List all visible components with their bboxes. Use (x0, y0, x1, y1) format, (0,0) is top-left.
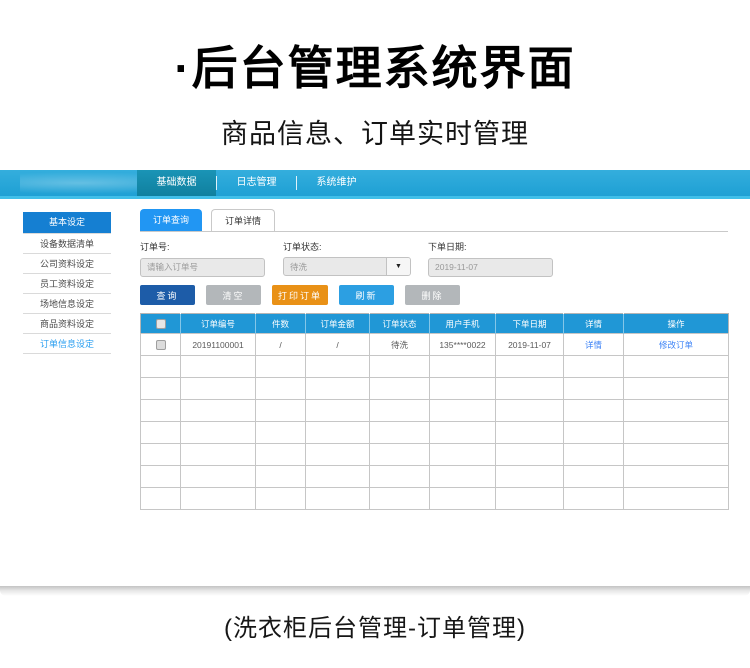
table-header-row: 订单编号 件数 订单金额 订单状态 用户手机 下单日期 详情 操作 (141, 314, 729, 334)
action-button-row: 查询 清空 打印订单 刷新 删除 (140, 285, 728, 305)
cell-status: 待洗 (370, 334, 430, 356)
order-date-field: 下单日期: (428, 240, 553, 277)
cell-order-no: 20191100001 (181, 334, 256, 356)
modify-order-link[interactable]: 修改订单 (659, 340, 693, 350)
nav-tab-system-maintenance[interactable]: 系统维护 (297, 170, 376, 196)
tab-order-detail[interactable]: 订单详情 (211, 209, 275, 231)
cell-detail: 详情 (564, 334, 624, 356)
nav-tab-log-management[interactable]: 日志管理 (217, 170, 296, 196)
order-status-value: 待洗 (284, 261, 386, 273)
nav-tab-basic-data[interactable]: 基础数据 (137, 170, 216, 196)
col-header-phone: 用户手机 (430, 314, 496, 334)
select-all-checkbox[interactable] (156, 319, 166, 329)
image-caption: (洗衣柜后台管理-订单管理) (0, 608, 750, 643)
cell-qty: / (256, 334, 306, 356)
header-checkbox-cell (141, 314, 181, 334)
col-header-date: 下单日期 (496, 314, 564, 334)
cell-amount: / (306, 334, 370, 356)
refresh-button[interactable]: 刷新 (339, 285, 394, 305)
nav-tab-label: 系统维护 (317, 177, 357, 188)
top-navbar: 基础数据 日志管理 系统维护 (0, 170, 750, 199)
order-no-input[interactable] (140, 258, 265, 277)
hero-header: ·后台管理系统界面 商品信息、订单实时管理 (0, 32, 750, 151)
content-tabbar: 订单查询 订单详情 (140, 208, 728, 232)
main-content: 订单查询 订单详情 订单号: 订单状态: 待洗 ▼ 下单日期: 查询 清空 (140, 208, 728, 510)
order-no-label: 订单号: (140, 240, 265, 253)
order-status-field: 订单状态: 待洗 ▼ (283, 240, 411, 276)
table-row: 20191100001 / / 待洗 135****0022 2019-11-0… (141, 334, 729, 356)
sidebar-item-venue-info[interactable]: 场地信息设定 (23, 294, 111, 314)
chevron-down-icon[interactable]: ▼ (386, 258, 410, 275)
col-header-action: 操作 (624, 314, 729, 334)
col-header-status: 订单状态 (370, 314, 430, 334)
detail-link[interactable]: 详情 (585, 340, 602, 350)
order-no-field: 订单号: (140, 240, 265, 277)
print-order-button[interactable]: 打印订单 (272, 285, 328, 305)
sidebar-item-product-info[interactable]: 商品资料设定 (23, 314, 111, 334)
cell-phone: 135****0022 (430, 334, 496, 356)
cell-action: 修改订单 (624, 334, 729, 356)
sidebar-item-employee-info[interactable]: 员工资料设定 (23, 274, 111, 294)
tab-order-query[interactable]: 订单查询 (140, 209, 202, 231)
page: ·后台管理系统界面 商品信息、订单实时管理 基础数据 日志管理 系统维护 基本设… (0, 0, 750, 668)
empty-table-row (141, 488, 729, 510)
orders-table: 订单编号 件数 订单金额 订单状态 用户手机 下单日期 详情 操作 201911… (140, 313, 729, 510)
clear-button[interactable]: 清空 (206, 285, 261, 305)
sidebar-item-device-data-list[interactable]: 设备数据清单 (23, 234, 111, 254)
page-subtitle: 商品信息、订单实时管理 (0, 112, 750, 151)
sidebar: 基本设定 设备数据清单 公司资料设定 员工资料设定 场地信息设定 商品资料设定 … (23, 212, 111, 354)
row-checkbox[interactable] (156, 340, 166, 350)
nav-tab-label: 基础数据 (157, 177, 197, 188)
order-date-label: 下单日期: (428, 240, 553, 253)
delete-button[interactable]: 删除 (405, 285, 460, 305)
sidebar-menu: 设备数据清单 公司资料设定 员工资料设定 场地信息设定 商品资料设定 订单信息设… (23, 233, 111, 354)
sidebar-item-company-info[interactable]: 公司资料设定 (23, 254, 111, 274)
sidebar-header-basic-settings[interactable]: 基本设定 (23, 212, 111, 233)
row-checkbox-cell (141, 334, 181, 356)
query-button[interactable]: 查询 (140, 285, 195, 305)
navbar-logo-area (0, 170, 137, 199)
screenshot-bottom-shadow (0, 586, 750, 596)
empty-table-row (141, 422, 729, 444)
col-header-qty: 件数 (256, 314, 306, 334)
empty-table-row (141, 378, 729, 400)
filter-form: 订单号: 订单状态: 待洗 ▼ 下单日期: (140, 240, 728, 276)
page-title: ·后台管理系统界面 (0, 32, 750, 98)
empty-table-row (141, 466, 729, 488)
col-header-amount: 订单金额 (306, 314, 370, 334)
empty-table-row (141, 444, 729, 466)
cell-date: 2019-11-07 (496, 334, 564, 356)
order-status-label: 订单状态: (283, 240, 411, 253)
order-status-select[interactable]: 待洗 ▼ (283, 257, 411, 276)
nav-tab-label: 日志管理 (237, 177, 277, 188)
order-date-input[interactable] (428, 258, 553, 277)
col-header-detail: 详情 (564, 314, 624, 334)
sidebar-item-order-info[interactable]: 订单信息设定 (23, 334, 111, 354)
col-header-order-no: 订单编号 (181, 314, 256, 334)
empty-table-row (141, 356, 729, 378)
empty-table-row (141, 400, 729, 422)
